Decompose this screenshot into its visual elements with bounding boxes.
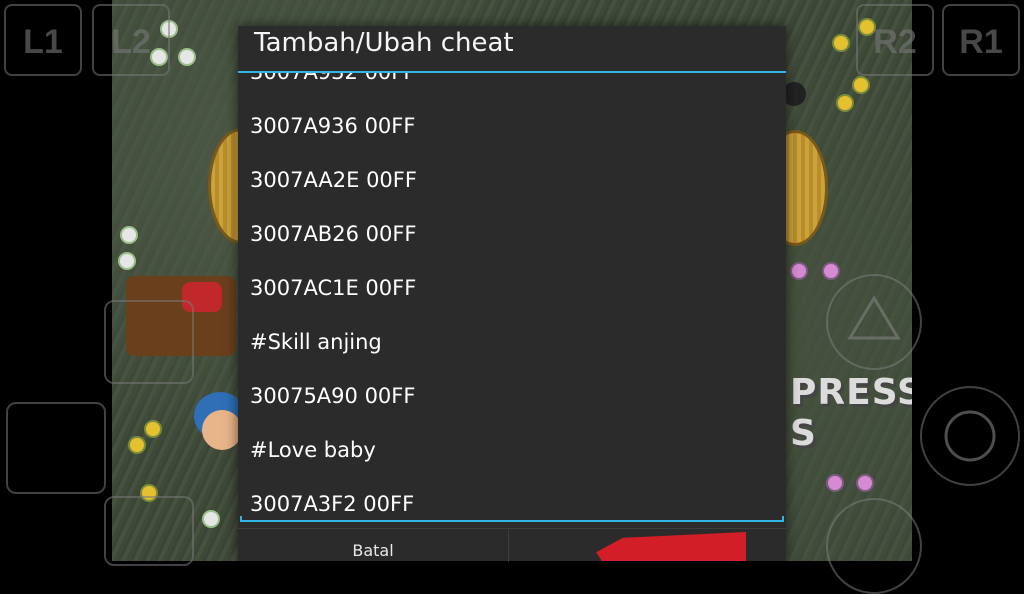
triangle-icon [847,295,901,340]
cheat-code-line: 3007AB26 00FF [250,222,417,246]
flower-decoration [792,264,806,278]
flower-decoration [204,512,218,526]
r1-button[interactable]: R1 [942,4,1020,76]
flower-decoration [180,50,194,64]
dpad-left-button[interactable] [6,402,106,494]
l1-button[interactable]: L1 [4,4,82,76]
farmer-face [202,410,242,450]
flower-decoration [120,254,134,268]
triangle-button[interactable] [826,274,922,370]
cheat-code-line: 3007A932 00FF [250,73,415,85]
flower-decoration [834,36,848,50]
press-start-text: PRESS S [790,372,912,454]
flower-decoration [130,438,144,452]
dpad-down-button[interactable] [104,496,194,566]
cross-button[interactable] [826,498,922,594]
cheat-code-line: 30075A90 00FF [250,384,416,408]
cheat-code-line: 3007AC1E 00FF [250,276,417,300]
flower-decoration [858,476,872,490]
l2-button[interactable]: L2 [92,4,170,76]
cheat-code-line: 3007AA2E 00FF [250,168,417,192]
cancel-button[interactable]: Batal [238,529,509,562]
flower-decoration [146,422,160,436]
edit-cheat-dialog: Tambah/Ubah cheat 3007A932 00FF 3007A936… [238,26,786,562]
dpad-up-button[interactable] [104,300,194,384]
cheat-code-line: 3007A3F2 00FF [250,492,415,516]
cheat-code-textarea[interactable]: 3007A932 00FF 3007A936 00FF 3007AA2E 00F… [238,73,786,520]
r2-button[interactable]: R2 [856,4,934,76]
cheat-code-line: 3007A936 00FF [250,114,416,138]
cheat-comment-line: #Skill anjing [250,330,382,354]
dialog-title: Tambah/Ubah cheat [254,28,514,58]
circle-icon [944,410,996,462]
flower-decoration [122,228,136,242]
cheat-comment-line: #Love baby [250,438,376,462]
circle-button[interactable] [920,386,1020,486]
flower-decoration [838,96,852,110]
input-underline [240,516,784,522]
flower-decoration [828,476,842,490]
flower-decoration [854,78,868,92]
